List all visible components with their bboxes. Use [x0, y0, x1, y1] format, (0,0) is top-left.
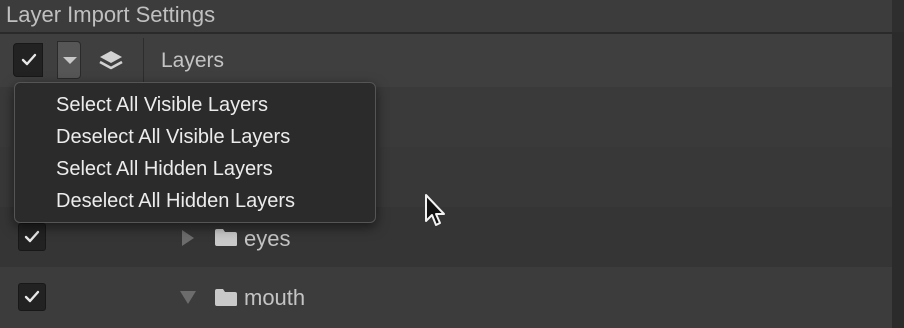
checkmark-icon: [24, 290, 40, 303]
layer-name: mouth: [244, 285, 306, 310]
layers-header: [0, 32, 892, 87]
checkmark-icon: [24, 230, 40, 243]
selection-dropdown-button[interactable]: [57, 41, 81, 79]
layers-icon: [99, 51, 123, 70]
folder-icon: [215, 289, 237, 306]
select-all-checkbox[interactable]: [13, 43, 43, 77]
menu-item-deselect-visible[interactable]: Deselect All Visible Layers: [56, 125, 290, 149]
menu-item-select-hidden[interactable]: Select All Hidden Layers: [56, 157, 273, 181]
chevron-down-icon: [63, 57, 77, 64]
menu-item-select-visible[interactable]: Select All Visible Layers: [56, 93, 268, 117]
collapse-arrow-icon[interactable]: [180, 291, 196, 304]
layers-column-header: Layers: [161, 49, 225, 72]
selection-menu: Select All Visible Layers Deselect All V…: [14, 82, 376, 223]
layer-checkbox[interactable]: [18, 283, 46, 311]
layer-checkbox[interactable]: [18, 223, 46, 251]
mouse-pointer-icon: [425, 194, 445, 226]
scrollbar-track[interactable]: [892, 32, 904, 328]
layer-name: eyes: [244, 226, 291, 251]
panel-title-bar: Layer Import Settings: [0, 0, 904, 32]
folder-icon: [215, 229, 237, 246]
menu-item-deselect-hidden[interactable]: Deselect All Hidden Layers: [56, 189, 295, 213]
header-divider: [143, 38, 144, 82]
checkmark-icon: [21, 53, 37, 66]
layer-row-mouth[interactable]: mouth: [0, 267, 892, 328]
panel-title: Layer Import Settings: [6, 2, 216, 27]
title-scroll-edge: [892, 0, 904, 32]
expand-arrow-icon[interactable]: [182, 230, 194, 246]
